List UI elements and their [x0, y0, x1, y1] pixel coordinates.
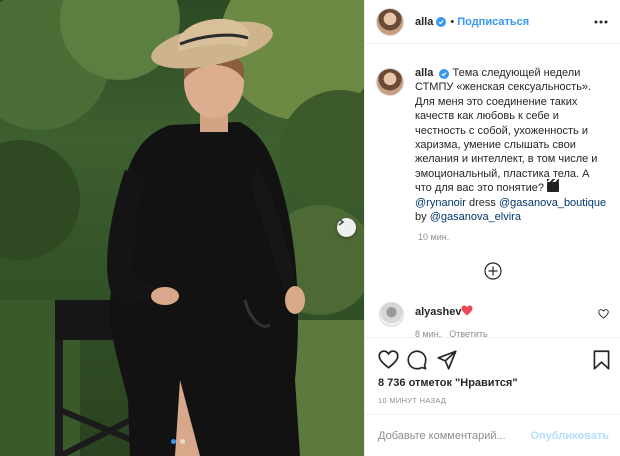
caption-line: желания и интеллект, в том числе и	[415, 153, 598, 166]
caption-author-avatar[interactable]	[376, 68, 404, 96]
caption-line: Для меня это соединение таких	[415, 95, 578, 108]
clapper-board-emoji	[547, 179, 560, 193]
carousel-indicator	[171, 439, 185, 444]
share-icon[interactable]	[437, 350, 457, 370]
verified-badge-icon	[436, 16, 447, 27]
caption-word: by	[415, 211, 427, 224]
follow-button[interactable]: Подписаться	[457, 16, 529, 28]
caption-line: честность с собой, ухоженность и	[415, 124, 588, 137]
next-photo-button[interactable]	[337, 218, 356, 237]
caption-line: харизма, умение слышать свои	[415, 139, 576, 152]
carousel-dot	[180, 439, 185, 444]
caption-text: alla Тема следующей недели СТМПУ «женска…	[415, 66, 611, 224]
mention-link[interactable]: @gasanova_boutique	[499, 197, 606, 209]
commenter-avatar[interactable]	[379, 302, 404, 327]
caption-timestamp[interactable]: 10 мин.	[418, 232, 449, 242]
bookmark-icon[interactable]	[593, 350, 610, 370]
comment-icon[interactable]	[407, 350, 427, 370]
caption-line: что для вас это понятие?	[415, 182, 545, 195]
mention-link[interactable]: @rynanoir	[415, 197, 466, 209]
header-separator: •	[450, 15, 455, 28]
comment-like-heart-icon[interactable]	[598, 309, 609, 319]
author-avatar[interactable]	[376, 7, 404, 36]
comment-input[interactable]	[378, 429, 531, 442]
instagram-post: alla • Подписаться alla Тема следующей н…	[0, 0, 620, 456]
more-horizontal-icon[interactable]	[593, 14, 609, 30]
caption-line: Тема следующей недели	[452, 67, 581, 79]
red-heart-emoji	[461, 305, 473, 316]
author-username[interactable]: alla	[415, 16, 433, 28]
carousel-dot-active	[171, 439, 176, 444]
post-timestamp[interactable]: 10 МИНУТ НАЗАД	[378, 396, 446, 405]
mention-link[interactable]: @gasanova_elvira	[430, 211, 521, 223]
photo-illustration	[0, 0, 364, 456]
caption-line: СТМПУ «женская сексуальность».	[415, 81, 592, 94]
post-side-panel: alla • Подписаться alla Тема следующей н…	[364, 0, 620, 456]
chevron-right-icon	[338, 218, 345, 226]
verified-badge-icon	[439, 69, 450, 79]
add-comment-form: Опубликовать	[365, 414, 620, 456]
caption-author-username[interactable]: alla	[415, 67, 433, 79]
caption-line: эмоциональный, пластика тела. А	[415, 167, 590, 180]
load-more-comments-icon[interactable]	[484, 262, 502, 280]
caption-line: качеств как любовь к себе и	[415, 110, 559, 123]
post-header: alla • Подписаться	[365, 0, 620, 44]
publish-comment-button[interactable]: Опубликовать	[530, 430, 609, 442]
comment-username[interactable]: alyashev	[415, 306, 461, 318]
heart-icon[interactable]	[378, 350, 399, 369]
caption-word: dress	[468, 196, 496, 209]
post-photo[interactable]	[0, 0, 364, 456]
likes-count[interactable]: 8 736 отметок "Нравится"	[378, 377, 518, 389]
post-caption: alla Тема следующей недели СТМПУ «женска…	[376, 66, 612, 224]
